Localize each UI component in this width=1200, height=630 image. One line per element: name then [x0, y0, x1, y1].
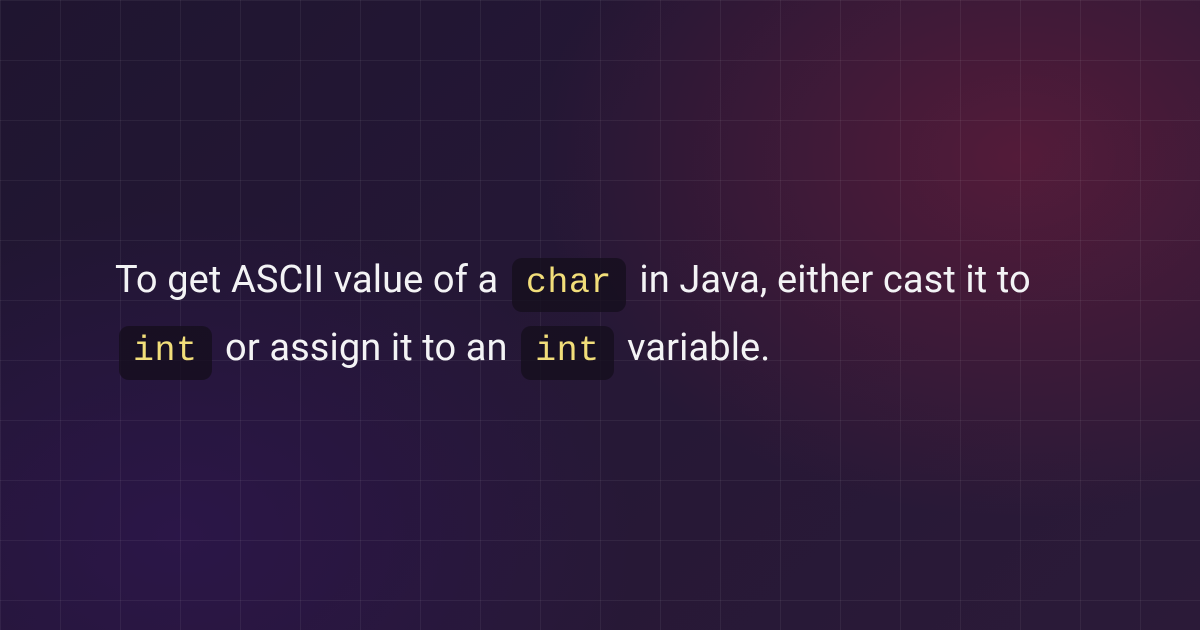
- code-token-int: int: [521, 326, 614, 380]
- content-container: To get ASCII value of a char in Java, ei…: [115, 0, 1085, 630]
- text-segment: or assign it to an: [216, 326, 518, 370]
- text-segment: in Java, either cast it to: [630, 258, 1031, 302]
- text-segment: variable.: [618, 326, 771, 370]
- code-token-int: int: [119, 326, 212, 380]
- code-token-char: char: [512, 258, 626, 312]
- description-text: To get ASCII value of a char in Java, ei…: [115, 247, 1085, 382]
- text-segment: To get ASCII value of a: [115, 258, 508, 302]
